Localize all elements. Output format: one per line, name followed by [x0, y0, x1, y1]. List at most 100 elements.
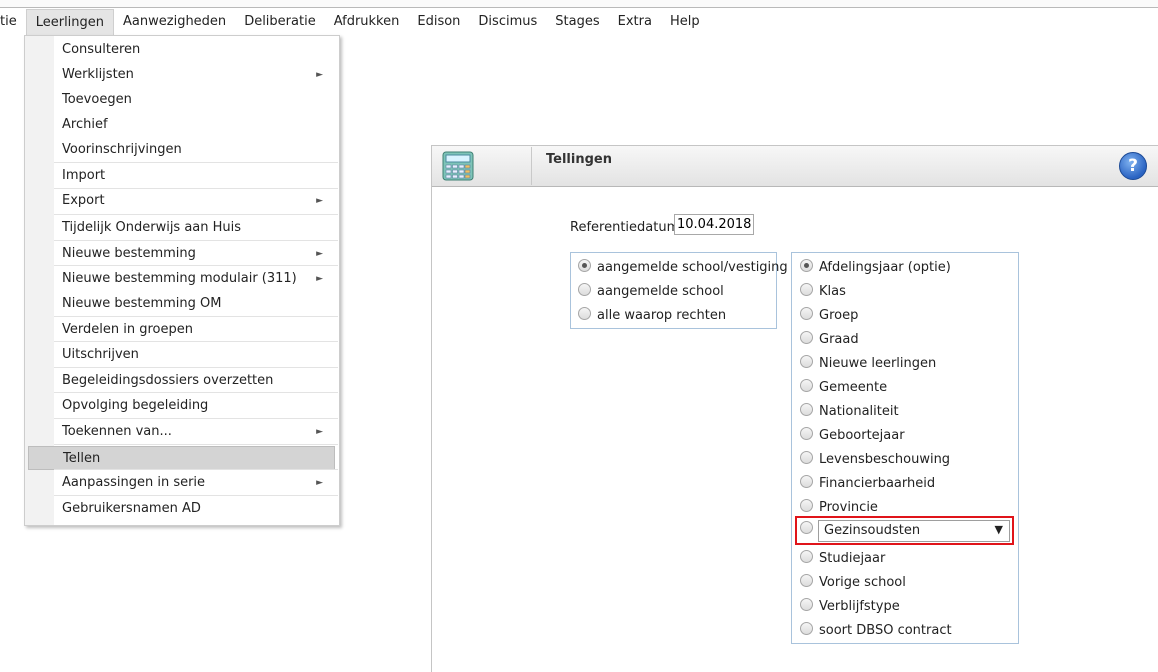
- radio-icon[interactable]: [800, 307, 813, 320]
- menu-tie[interactable]: tie: [0, 9, 26, 35]
- radio-graad[interactable]: Graad: [800, 330, 859, 350]
- menu-item-label: Nieuwe bestemming modulair (311): [62, 271, 297, 286]
- radio-vorige-school[interactable]: Vorige school: [800, 573, 906, 593]
- radio-icon[interactable]: [800, 598, 813, 611]
- menu-item-label: Opvolging begeleiding: [62, 398, 209, 413]
- menu-help[interactable]: Help: [661, 9, 709, 35]
- radio-icon[interactable]: [800, 475, 813, 488]
- menu-item-label: Export: [62, 193, 105, 208]
- menu-separator: [54, 162, 338, 163]
- radio-icon[interactable]: [800, 574, 813, 587]
- radio-label: aangemelde school: [597, 284, 724, 299]
- help-icon[interactable]: ?: [1119, 152, 1147, 180]
- radio-groep[interactable]: Groep: [800, 306, 858, 326]
- radio-icon[interactable]: [578, 259, 591, 272]
- radio-geboortejaar[interactable]: Geboortejaar: [800, 426, 905, 446]
- menu-item-nieuwe-bestemming-om[interactable]: Nieuwe bestemming OM: [26, 292, 337, 316]
- radio-gemeente[interactable]: Gemeente: [800, 378, 887, 398]
- radio-icon[interactable]: [800, 427, 813, 440]
- menu-item-tellen[interactable]: Tellen: [28, 446, 335, 470]
- panel-header: Tellingen ?: [432, 146, 1158, 187]
- menu-item-label: Archief: [62, 117, 108, 132]
- menu-leerlingen[interactable]: Leerlingen: [25, 9, 115, 35]
- menu-item-verdelen-in-groepen[interactable]: Verdelen in groepen: [26, 318, 337, 342]
- radio-label: Nationaliteit: [819, 404, 899, 419]
- menu-edison[interactable]: Edison: [408, 9, 469, 35]
- menu-discimus[interactable]: Discimus: [469, 9, 546, 35]
- radio-icon[interactable]: [800, 521, 813, 534]
- radio-studiejaar[interactable]: Studiejaar: [800, 549, 885, 569]
- menu-item-werklijsten[interactable]: Werklijsten ►: [26, 63, 337, 87]
- radio-label: Financierbaarheid: [819, 476, 936, 491]
- radio-icon[interactable]: [800, 499, 813, 512]
- radio-provincie[interactable]: Provincie: [800, 498, 878, 518]
- menu-item-label: Import: [62, 168, 106, 183]
- menu-item-toevoegen[interactable]: Toevoegen: [26, 88, 337, 112]
- radio-icon[interactable]: [800, 550, 813, 563]
- radio-soort-dbso-contract[interactable]: soort DBSO contract: [800, 621, 952, 641]
- menu-item-label: Aanpassingen in serie: [62, 475, 206, 490]
- menu-item-toekennen-van[interactable]: Toekennen van... ►: [26, 420, 337, 444]
- radio-label: Studiejaar: [819, 551, 886, 566]
- radio-gezinsoudsten[interactable]: [800, 520, 819, 540]
- menu-item-archief[interactable]: Archief: [26, 113, 337, 137]
- radio-icon[interactable]: [800, 403, 813, 416]
- radio-aangemelde-school[interactable]: aangemelde school: [578, 282, 724, 302]
- menu-item-label: Tellen: [63, 451, 101, 466]
- menu-item-voorinschrijvingen[interactable]: Voorinschrijvingen: [26, 138, 337, 162]
- menu-item-opvolging-begeleiding[interactable]: Opvolging begeleiding: [26, 394, 337, 418]
- menu-item-label: Nieuwe bestemming OM: [62, 296, 222, 311]
- radio-afdelingsjaar-optie[interactable]: Afdelingsjaar (optie): [800, 258, 951, 278]
- menu-separator: [54, 341, 338, 342]
- radio-icon[interactable]: [800, 355, 813, 368]
- radio-icon[interactable]: [800, 451, 813, 464]
- menu-item-nieuwe-bestemming-modulair-311[interactable]: Nieuwe bestemming modulair (311) ►: [26, 267, 337, 291]
- menu-afdrukken[interactable]: Afdrukken: [325, 9, 409, 35]
- menu-aanwezigheden[interactable]: Aanwezigheden: [114, 9, 235, 35]
- radio-verblijfstype[interactable]: Verblijfstype: [800, 597, 900, 617]
- referentiedatum-input[interactable]: [674, 214, 754, 235]
- menubar: tie Leerlingen Aanwezigheden Deliberatie…: [0, 9, 1158, 35]
- radio-label: Graad: [819, 332, 859, 347]
- menu-stages[interactable]: Stages: [546, 9, 608, 35]
- menu-item-import[interactable]: Import: [26, 164, 337, 188]
- menu-item-aanpassingen-in-serie[interactable]: Aanpassingen in serie ►: [26, 471, 337, 495]
- menu-separator: [54, 188, 338, 189]
- radio-icon[interactable]: [800, 259, 813, 272]
- radio-icon[interactable]: [800, 283, 813, 296]
- radio-icon[interactable]: [800, 379, 813, 392]
- menu-separator: [54, 367, 338, 368]
- radio-label: Klas: [819, 284, 846, 299]
- menu-separator: [54, 418, 338, 419]
- menu-item-export[interactable]: Export ►: [26, 189, 337, 213]
- menu-extra[interactable]: Extra: [609, 9, 661, 35]
- chevron-right-icon: ►: [316, 249, 323, 259]
- menu-separator: [54, 444, 338, 445]
- panel-icon-box: [436, 147, 532, 185]
- radio-icon[interactable]: [578, 283, 591, 296]
- radio-icon[interactable]: [800, 622, 813, 635]
- radio-icon[interactable]: [578, 307, 591, 320]
- radio-label: alle waarop rechten: [597, 308, 727, 323]
- menu-item-begeleidingsdossiers-overzetten[interactable]: Begeleidingsdossiers overzetten: [26, 369, 337, 393]
- menu-item-label: Gebruikersnamen AD: [62, 501, 201, 516]
- menu-deliberatie[interactable]: Deliberatie: [235, 9, 325, 35]
- gezinsoudsten-select[interactable]: Gezinsoudsten ▼: [818, 520, 1010, 542]
- radio-levensbeschouwing[interactable]: Levensbeschouwing: [800, 450, 950, 470]
- menu-item-tijdelijk-onderwijs-aan-huis[interactable]: Tijdelijk Onderwijs aan Huis: [26, 216, 337, 240]
- radio-label: Vorige school: [819, 575, 906, 590]
- radio-financierbaarheid[interactable]: Financierbaarheid: [800, 474, 935, 494]
- radio-klas[interactable]: Klas: [800, 282, 846, 302]
- radio-label: Provincie: [819, 500, 878, 515]
- radio-aangemelde-school-vestiging[interactable]: aangemelde school/vestiging: [578, 258, 788, 278]
- radio-alle-waarop-rechten[interactable]: alle waarop rechten: [578, 306, 726, 326]
- menu-item-nieuwe-bestemming[interactable]: Nieuwe bestemming ►: [26, 242, 337, 266]
- menu-item-consulteren[interactable]: Consulteren: [26, 38, 337, 62]
- menu-separator: [54, 240, 338, 241]
- chevron-right-icon: ►: [316, 70, 323, 80]
- radio-nationaliteit[interactable]: Nationaliteit: [800, 402, 899, 422]
- radio-nieuwe-leerlingen[interactable]: Nieuwe leerlingen: [800, 354, 936, 374]
- radio-icon[interactable]: [800, 331, 813, 344]
- menu-item-gebruikersnamen-ad[interactable]: Gebruikersnamen AD: [26, 497, 337, 521]
- menu-item-uitschrijven[interactable]: Uitschrijven: [26, 343, 337, 367]
